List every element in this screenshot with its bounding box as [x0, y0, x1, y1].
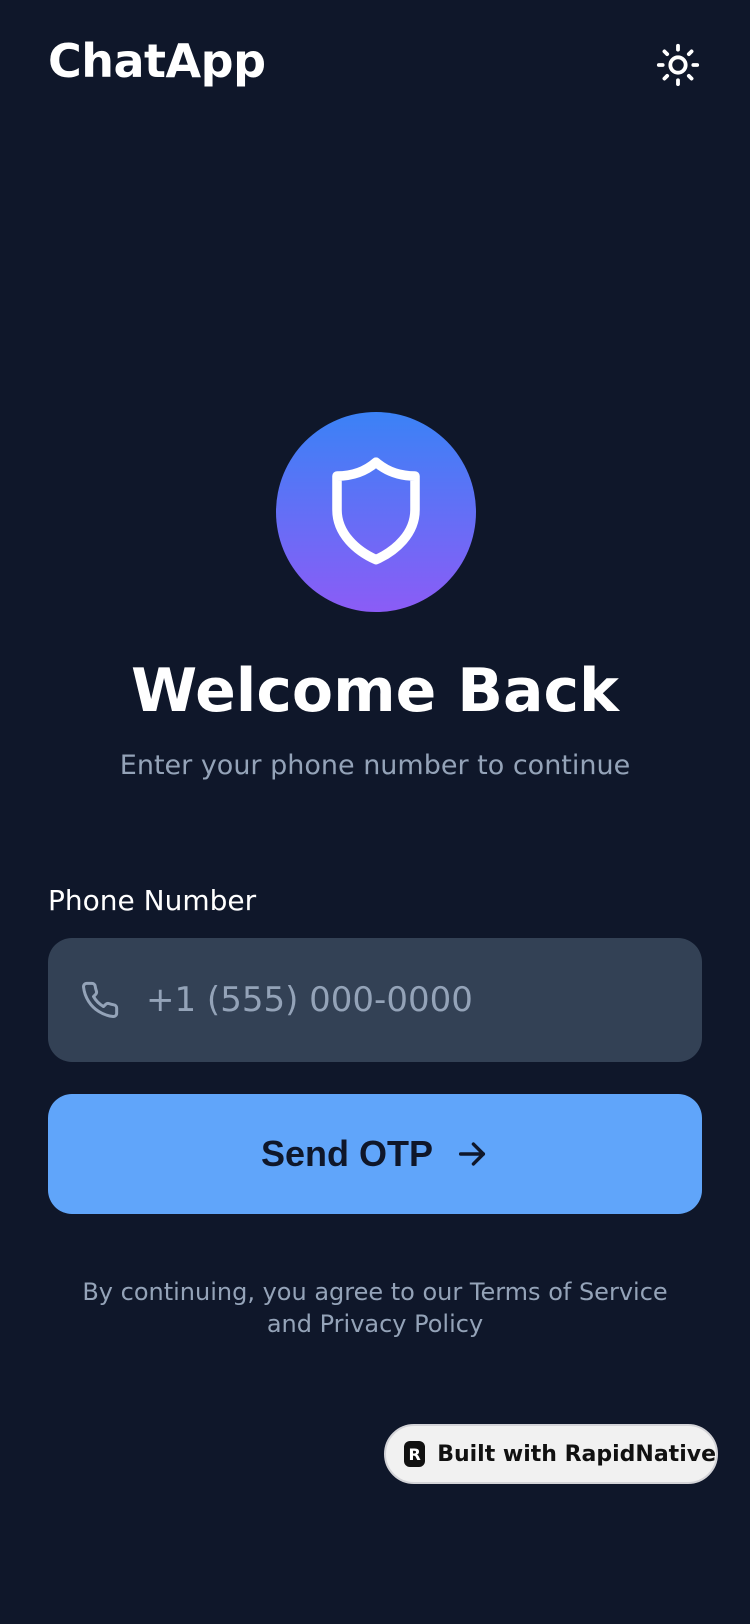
phone-icon	[80, 980, 120, 1020]
legal-notice: By continuing, you agree to our Terms of…	[82, 1278, 668, 1338]
login-screen: ChatApp Welcome Back Enter your phone nu…	[0, 0, 750, 1624]
badge-label: Built with RapidNative	[437, 1441, 716, 1467]
app-title: ChatApp	[48, 34, 266, 88]
sun-icon	[656, 43, 700, 87]
hero-shield-badge	[276, 412, 476, 612]
welcome-title: Welcome Back	[131, 656, 619, 726]
arrow-right-icon	[458, 1142, 486, 1166]
welcome-subtitle: Enter your phone number to continue	[119, 750, 631, 781]
rapidnative-logo-icon: R	[404, 1441, 426, 1467]
theme-toggle-button[interactable]	[650, 37, 706, 93]
phone-number-label: Phone Number	[48, 884, 257, 917]
built-with-badge[interactable]: R Built with RapidNative	[384, 1424, 718, 1484]
send-otp-label: Send OTP	[260, 1133, 434, 1174]
phone-number-field[interactable]	[48, 938, 702, 1062]
send-otp-button[interactable]: Send OTP	[48, 1094, 702, 1214]
phone-number-input[interactable]	[146, 980, 666, 1020]
shield-icon	[332, 457, 420, 565]
